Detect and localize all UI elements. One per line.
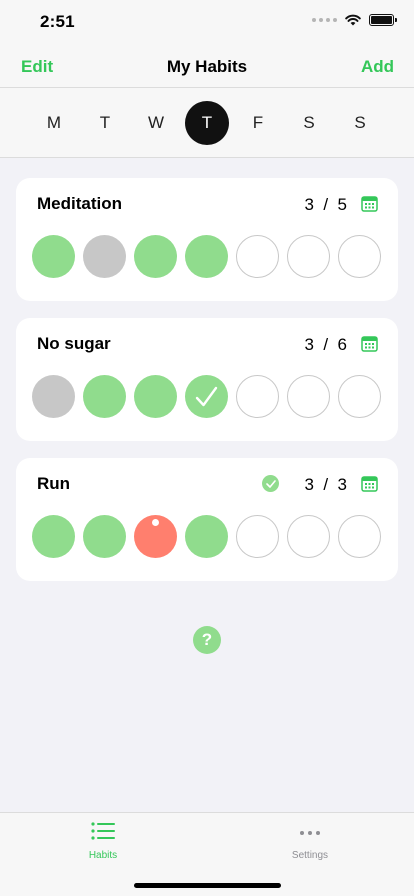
day-status-circle[interactable] [287, 515, 330, 558]
weekday-selector: MTWTFSS [0, 100, 414, 146]
day-status-circle[interactable] [287, 235, 330, 278]
missed-dot-icon [152, 519, 159, 526]
calendar-icon[interactable] [361, 335, 378, 352]
habit-progress-count: 3 / 3 [304, 475, 347, 494]
day-button[interactable]: S [338, 101, 382, 145]
day-button[interactable]: S [287, 101, 331, 145]
day-button[interactable]: W [134, 101, 178, 145]
navigation-bar: Edit My Habits Add [0, 44, 414, 88]
habit-card[interactable]: Run 3 / 3 [16, 458, 398, 581]
tab-settings[interactable]: Settings [260, 821, 360, 861]
week-tracker [32, 515, 382, 559]
day-status-circle[interactable] [236, 375, 279, 418]
day-status-circle[interactable] [185, 375, 228, 418]
habit-card[interactable]: No sugar 3 / 6 [16, 318, 398, 441]
home-indicator [134, 883, 281, 888]
habit-progress-count: 3 / 6 [304, 335, 347, 354]
day-status-circle[interactable] [338, 235, 381, 278]
day-button[interactable]: F [236, 101, 280, 145]
tab-bar: Habits Settings [0, 812, 414, 896]
day-status-circle[interactable] [236, 235, 279, 278]
help-button[interactable]: ? [193, 626, 221, 654]
day-button[interactable]: T [185, 101, 229, 145]
status-time: 2:51 [40, 12, 75, 31]
habit-name: Run [37, 474, 71, 493]
top-header: 2:51 Edit My Habits Add MTWTFSS [0, 0, 414, 158]
day-status-circle[interactable] [185, 235, 228, 278]
tab-habits[interactable]: Habits [53, 821, 153, 861]
page-title: My Habits [166, 57, 248, 76]
day-button[interactable]: T [83, 101, 127, 145]
status-bar: 2:51 [0, 0, 414, 44]
day-status-circle[interactable] [134, 235, 177, 278]
day-status-circle[interactable] [32, 515, 75, 558]
battery-icon [369, 14, 397, 26]
status-icons [312, 14, 397, 26]
day-status-circle[interactable] [185, 515, 228, 558]
wifi-icon [345, 14, 361, 26]
habit-name: No sugar [37, 334, 111, 353]
day-status-circle[interactable] [32, 375, 75, 418]
day-status-circle[interactable] [134, 375, 177, 418]
question-mark-icon: ? [201, 630, 213, 649]
list-icon [91, 822, 115, 840]
checkmark-icon [195, 386, 218, 407]
habit-name: Meditation [37, 194, 122, 213]
day-status-circle[interactable] [83, 235, 126, 278]
day-status-circle[interactable] [134, 515, 177, 558]
day-status-circle[interactable] [236, 515, 279, 558]
checkmark-circle-icon [262, 475, 279, 492]
week-tracker [32, 235, 382, 279]
day-status-circle[interactable] [32, 235, 75, 278]
cellular-signal-icon [312, 18, 337, 22]
week-tracker [32, 375, 382, 419]
day-status-circle[interactable] [287, 375, 330, 418]
day-status-circle[interactable] [83, 515, 126, 558]
calendar-icon[interactable] [361, 195, 378, 212]
tab-habits-label: Habits [88, 850, 118, 861]
habit-card[interactable]: Meditation 3 / 5 [16, 178, 398, 301]
day-button[interactable]: M [32, 101, 76, 145]
add-button[interactable]: Add [361, 57, 394, 77]
tab-settings-label: Settings [291, 850, 329, 861]
habit-progress-count: 3 / 5 [304, 195, 347, 214]
day-status-circle[interactable] [83, 375, 126, 418]
calendar-icon[interactable] [361, 475, 378, 492]
day-status-circle[interactable] [338, 375, 381, 418]
day-status-circle[interactable] [338, 515, 381, 558]
ellipsis-icon [300, 831, 320, 835]
